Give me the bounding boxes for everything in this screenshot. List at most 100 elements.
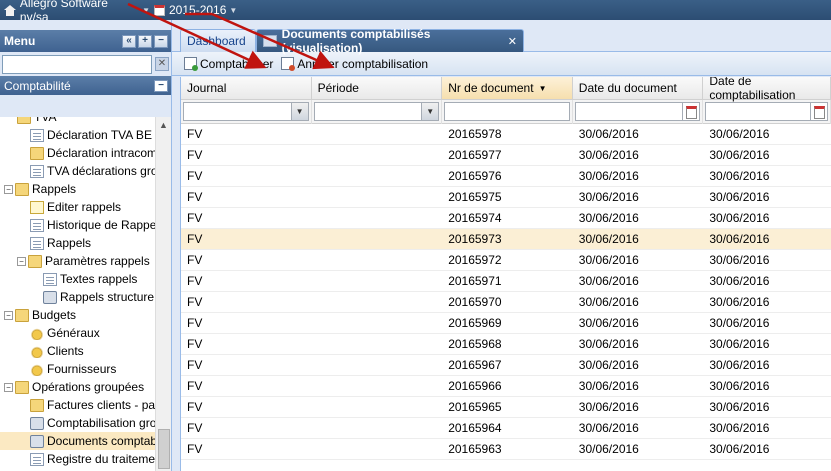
table-cell: 30/06/2016 bbox=[709, 190, 770, 204]
tree-item[interactable]: − Rappels bbox=[0, 180, 155, 198]
table-row[interactable]: FV 20165973 30/06/2016 30/06/2016 bbox=[181, 229, 831, 250]
filter-row: ▼ ▼ bbox=[181, 99, 831, 124]
tree-item[interactable]: Comptabilisation grou bbox=[0, 414, 155, 432]
close-icon[interactable]: ✕ bbox=[508, 35, 517, 48]
tree-item[interactable]: Fournisseurs bbox=[0, 360, 155, 378]
tree-item[interactable]: TVA bbox=[0, 117, 155, 126]
table-row[interactable]: FV 20165967 30/06/2016 30/06/2016 bbox=[181, 355, 831, 376]
expander-icon[interactable]: − bbox=[17, 256, 26, 266]
collapse-left-button[interactable]: « bbox=[122, 34, 136, 48]
col-nr-document-label: Nr de document bbox=[448, 81, 534, 95]
calendar-icon[interactable] bbox=[809, 103, 827, 120]
table-row[interactable]: FV 20165972 30/06/2016 30/06/2016 bbox=[181, 250, 831, 271]
tree-item[interactable]: Editer rappels bbox=[0, 198, 155, 216]
col-journal[interactable]: Journal bbox=[181, 77, 312, 99]
table-cell: 30/06/2016 bbox=[709, 169, 770, 183]
table-cell: 30/06/2016 bbox=[578, 337, 639, 351]
table-cell: 20165975 bbox=[448, 190, 502, 204]
table-cell: 30/06/2016 bbox=[578, 379, 639, 393]
chevron-down-icon[interactable]: ▼ bbox=[421, 103, 439, 120]
tree-item-label: Historique de Rappels bbox=[47, 218, 155, 232]
table-row[interactable]: FV 20165974 30/06/2016 30/06/2016 bbox=[181, 208, 831, 229]
expand-all-button[interactable]: + bbox=[138, 34, 152, 48]
tree-item[interactable]: Déclaration intracomm bbox=[0, 144, 155, 162]
tree-item[interactable]: − Budgets bbox=[0, 306, 155, 324]
annuler-comptabilisation-button[interactable]: Annuler comptabilisation bbox=[281, 57, 428, 71]
table-cell: 30/06/2016 bbox=[709, 379, 770, 393]
table-cell: FV bbox=[187, 127, 203, 141]
date-document-filter[interactable] bbox=[574, 102, 701, 121]
tree-item[interactable]: Rappels structure bbox=[0, 288, 155, 306]
tree-item-label: Fournisseurs bbox=[47, 362, 117, 376]
table-row[interactable]: FV 20165963 30/06/2016 30/06/2016 bbox=[181, 439, 831, 460]
table-cell: 30/06/2016 bbox=[578, 358, 639, 372]
documents-grid: Journal Période Nr de document ▼ Date du … bbox=[180, 77, 831, 471]
tree-item[interactable]: Documents comptabil bbox=[0, 432, 155, 450]
tab-documents[interactable]: Documents comptabilisés (visualisation) … bbox=[256, 27, 524, 55]
tree-item[interactable]: Déclaration TVA BE bbox=[0, 126, 155, 144]
table-cell: 30/06/2016 bbox=[578, 169, 639, 183]
table-row[interactable]: FV 20165978 30/06/2016 30/06/2016 bbox=[181, 124, 831, 145]
tree-item-label: Factures clients - par bbox=[47, 398, 155, 412]
table-row[interactable]: FV 20165976 30/06/2016 30/06/2016 bbox=[181, 166, 831, 187]
doc-icon bbox=[43, 272, 57, 286]
comptabiliser-button[interactable]: Comptabiliser bbox=[184, 57, 273, 71]
tree-item[interactable]: Factures clients - par bbox=[0, 396, 155, 414]
folder-icon bbox=[30, 146, 44, 160]
grid-header: Journal Période Nr de document ▼ Date du … bbox=[181, 77, 831, 102]
section-header[interactable]: Comptabilité − bbox=[0, 76, 171, 95]
tree-item[interactable]: Généraux bbox=[0, 324, 155, 342]
expander-icon[interactable]: − bbox=[4, 382, 13, 392]
table-row[interactable]: FV 20165970 30/06/2016 30/06/2016 bbox=[181, 292, 831, 313]
toolbar: Comptabiliser Annuler comptabilisation bbox=[172, 52, 831, 76]
tree-item[interactable]: Clients bbox=[0, 342, 155, 360]
table-row[interactable]: FV 20165975 30/06/2016 30/06/2016 bbox=[181, 187, 831, 208]
menu-scrollbar[interactable]: ▲ bbox=[155, 117, 171, 471]
tree-item[interactable]: TVA déclarations grou bbox=[0, 162, 155, 180]
table-row[interactable]: FV 20165977 30/06/2016 30/06/2016 bbox=[181, 145, 831, 166]
table-cell: FV bbox=[187, 211, 203, 225]
tree-item-label: Editer rappels bbox=[47, 200, 122, 214]
col-date-comptabilisation[interactable]: Date de comptabilisation bbox=[703, 77, 831, 102]
collapse-all-button[interactable]: − bbox=[154, 34, 168, 48]
expander-icon[interactable]: − bbox=[4, 310, 13, 320]
annuler-label: Annuler comptabilisation bbox=[297, 56, 429, 71]
table-row[interactable]: FV 20165969 30/06/2016 30/06/2016 bbox=[181, 313, 831, 334]
periode-filter[interactable]: ▼ bbox=[313, 102, 440, 121]
tab-dashboard[interactable]: Dashboard bbox=[180, 29, 256, 52]
folder-icon bbox=[17, 117, 31, 124]
folder-icon bbox=[15, 182, 29, 196]
table-row[interactable]: FV 20165964 30/06/2016 30/06/2016 bbox=[181, 418, 831, 439]
tree-item[interactable]: Registre du traitemen bbox=[0, 450, 155, 468]
date-comptabilisation-filter[interactable] bbox=[705, 102, 828, 121]
table-cell: 30/06/2016 bbox=[578, 253, 639, 267]
tree-item[interactable]: Rappels bbox=[0, 234, 155, 252]
tree-item[interactable]: Historique de Rappels bbox=[0, 216, 155, 234]
table-row[interactable]: FV 20165965 30/06/2016 30/06/2016 bbox=[181, 397, 831, 418]
journal-filter[interactable]: ▼ bbox=[183, 102, 309, 121]
col-nr-document[interactable]: Nr de document ▼ bbox=[442, 77, 573, 99]
calendar-icon[interactable] bbox=[682, 103, 700, 120]
table-cell: 20165977 bbox=[448, 148, 502, 162]
tree-item[interactable]: − Opérations groupées bbox=[0, 378, 155, 396]
chevron-down-icon[interactable]: ▼ bbox=[290, 103, 308, 120]
table-cell: 20165968 bbox=[448, 337, 502, 351]
clear-search-button[interactable]: ✕ bbox=[155, 57, 169, 71]
tree-item[interactable]: Textes rappels bbox=[0, 270, 155, 288]
table-cell: 30/06/2016 bbox=[578, 316, 639, 330]
tree-item-label: Textes rappels bbox=[60, 272, 138, 286]
section-collapse-button[interactable]: − bbox=[154, 79, 168, 92]
menu-search-input[interactable] bbox=[2, 54, 152, 74]
tree-item[interactable]: − Paramètres rappels bbox=[0, 252, 155, 270]
table-row[interactable]: FV 20165968 30/06/2016 30/06/2016 bbox=[181, 334, 831, 355]
table-cell: 20165964 bbox=[448, 421, 502, 435]
col-date-document[interactable]: Date du document bbox=[573, 77, 704, 99]
expander-icon[interactable]: − bbox=[4, 184, 13, 194]
year-selector[interactable]: 2015-2016 ▼ bbox=[154, 3, 237, 17]
table-row[interactable]: FV 20165966 30/06/2016 30/06/2016 bbox=[181, 376, 831, 397]
nr-document-filter[interactable] bbox=[444, 102, 570, 121]
table-row[interactable]: FV 20165971 30/06/2016 30/06/2016 bbox=[181, 271, 831, 292]
col-periode[interactable]: Période bbox=[312, 77, 443, 99]
scroll-thumb[interactable] bbox=[158, 429, 170, 469]
scroll-up-icon[interactable]: ▲ bbox=[156, 117, 171, 133]
